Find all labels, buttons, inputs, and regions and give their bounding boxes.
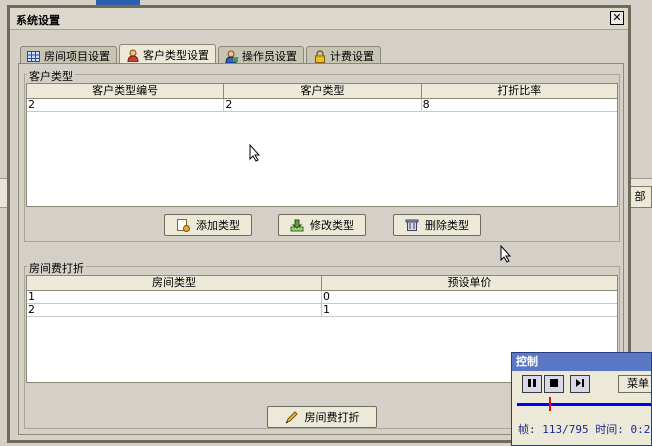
column-header[interactable]: 客户类型编号 <box>27 84 225 98</box>
seek-handle[interactable] <box>549 397 553 411</box>
table-header: 客户类型编号 客户类型 打折比率 <box>27 84 617 99</box>
delete-icon <box>405 218 419 232</box>
settings-tabs: 房间项目设置 客户类型设置 操作员设置 计费设置 <box>20 44 383 65</box>
room-fee-discount-button[interactable]: 房间费打折 <box>267 406 377 428</box>
stop-icon <box>549 378 559 391</box>
tab-label: 房间项目设置 <box>44 50 110 63</box>
mouse-cursor <box>249 144 261 162</box>
player-control-window: 控制 菜单 帧: 113/795 时间: 0:22 <box>511 352 652 446</box>
column-header[interactable]: 打折比率 <box>422 84 617 98</box>
close-button[interactable]: ✕ <box>610 11 624 25</box>
table-row[interactable]: 1 0 <box>27 291 617 304</box>
tab-label: 客户类型设置 <box>143 49 209 62</box>
tab-customer-types[interactable]: 客户类型设置 <box>119 44 216 65</box>
pause-icon <box>527 378 537 391</box>
table-cell: 2 <box>27 99 225 111</box>
edit-type-button[interactable]: 修改类型 <box>278 214 366 236</box>
player-status: 帧: 113/795 时间: 0:22 <box>518 423 652 436</box>
column-header[interactable]: 房间类型 <box>27 276 322 290</box>
column-header[interactable]: 客户类型 <box>224 84 422 98</box>
edit-tray-icon <box>290 218 304 232</box>
button-label: 添加类型 <box>196 219 240 232</box>
delete-type-button[interactable]: 删除类型 <box>393 214 481 236</box>
mouse-cursor <box>500 245 512 263</box>
group-label: 房间费打折 <box>27 260 86 276</box>
dialog-title: 系统设置 <box>16 14 60 27</box>
player-menu-button[interactable]: 菜单 <box>618 375 651 393</box>
table-row[interactable]: 2 1 <box>27 304 617 317</box>
table-cell: 1 <box>323 303 330 316</box>
table-cell: 1 <box>27 291 322 303</box>
table-cell: 0 <box>323 290 330 303</box>
table-row[interactable]: 2 2 8 <box>27 99 617 112</box>
table-cell: 8 <box>422 98 430 111</box>
column-header[interactable]: 预设单价 <box>322 276 617 290</box>
lock-icon <box>313 49 326 63</box>
next-frame-icon <box>575 378 585 391</box>
table-cell: 2 <box>224 99 422 111</box>
add-type-button[interactable]: 添加类型 <box>164 214 252 236</box>
group-label: 客户类型 <box>27 68 75 84</box>
operator-icon <box>225 50 238 63</box>
next-frame-button[interactable] <box>570 375 590 393</box>
button-label: 房间费打折 <box>304 411 360 424</box>
stop-button[interactable] <box>544 375 564 393</box>
tab-label: 计费设置 <box>330 50 374 63</box>
table-header: 房间类型 预设单价 <box>27 276 617 291</box>
button-label: 删除类型 <box>425 219 469 232</box>
tab-label: 操作员设置 <box>242 50 297 63</box>
player-title[interactable]: 控制 <box>512 353 651 371</box>
customer-type-table[interactable]: 客户类型编号 客户类型 打折比率 2 2 8 <box>26 83 618 207</box>
table-cell: 2 <box>27 304 322 316</box>
add-document-icon <box>176 218 190 232</box>
button-label: 修改类型 <box>310 219 354 232</box>
pencil-icon <box>285 410 299 424</box>
seek-track[interactable] <box>517 403 651 406</box>
user-icon <box>126 49 139 62</box>
customer-type-group: 客户类型 客户类型编号 客户类型 打折比率 2 2 8 添加类型 修改类型 删除… <box>24 68 620 242</box>
table-icon <box>27 50 40 62</box>
background-button[interactable]: 部 <box>628 186 652 208</box>
pause-button[interactable] <box>522 375 542 393</box>
dialog-titlebar[interactable]: 系统设置 ✕ <box>10 8 628 30</box>
